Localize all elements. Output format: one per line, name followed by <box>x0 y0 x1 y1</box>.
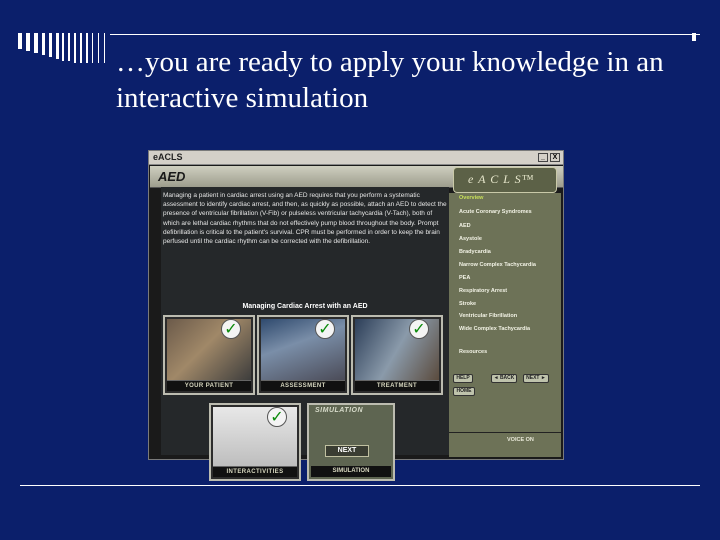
simulation-caption: SIMULATION <box>311 466 391 477</box>
checkmark-icon: ✓ <box>409 319 429 339</box>
treatment-thumbnail[interactable]: ✓ TREATMENT <box>351 315 443 395</box>
simulation-panel[interactable]: SIMULATION NEXT SIMULATION <box>307 403 395 481</box>
simulation-next-button[interactable]: NEXT <box>325 445 369 457</box>
menu-item-wide-complex[interactable]: Wide Complex Tachycardia <box>459 326 530 332</box>
menu-item-narrow-complex[interactable]: Narrow Complex Tachycardia <box>459 262 536 268</box>
menu-divider <box>449 432 561 433</box>
thumbnail-caption: TREATMENT <box>355 380 439 391</box>
logo-text: e A C L S™ <box>468 172 535 186</box>
intro-text: Managing a patient in cardiac arrest usi… <box>163 192 447 246</box>
section-heading: Managing Cardiac Arrest with an AED <box>242 303 368 310</box>
app-name: eACLS <box>153 152 183 162</box>
slide-bottom-rule <box>20 485 700 486</box>
assessment-thumbnail[interactable]: ✓ ASSESSMENT <box>257 315 349 395</box>
simulation-label: SIMULATION <box>315 407 364 414</box>
page-title: AED <box>158 169 186 184</box>
main-content: Managing a patient in cardiac arrest usi… <box>161 187 449 481</box>
menu-item-pea[interactable]: PEA <box>459 275 470 281</box>
app-window: eACLS _ X AED e A C L S™ Managing a pati… <box>148 150 564 481</box>
help-button[interactable]: HELP <box>453 374 473 383</box>
checkmark-icon: ✓ <box>267 407 287 427</box>
voice-toggle[interactable]: VOICE ON <box>507 437 534 443</box>
thumbnail-caption: INTERACTIVITIES <box>213 466 297 477</box>
slide-title: …you are ready to apply your knowledge i… <box>116 46 664 114</box>
menu-item-resources[interactable]: Resources <box>459 349 487 355</box>
menu-item-asystole[interactable]: Asystole <box>459 236 482 242</box>
menu-item-stroke[interactable]: Stroke <box>459 301 476 307</box>
back-button[interactable]: ◄ BACK <box>491 374 517 383</box>
slide-top-rule <box>110 34 700 35</box>
checkmark-icon: ✓ <box>221 319 241 339</box>
menu-item-bradycardia[interactable]: Bradycardia <box>459 249 491 255</box>
checkmark-icon: ✓ <box>315 319 335 339</box>
menu-item-aed[interactable]: AED <box>459 223 471 229</box>
menu-item-acute-coronary[interactable]: Acute Coronary Syndromes <box>459 209 532 215</box>
menu-item-overview[interactable]: Overview <box>459 195 483 201</box>
menu-item-respiratory-arrest[interactable]: Respiratory Arrest <box>459 288 507 294</box>
next-button[interactable]: NEXT ► <box>523 374 549 383</box>
close-button[interactable]: X <box>550 153 560 162</box>
window-titlebar: eACLS _ X <box>149 151 563 165</box>
interactivities-thumbnail[interactable]: ✓ INTERACTIVITIES <box>209 403 301 481</box>
thumbnail-caption: ASSESSMENT <box>261 380 345 391</box>
menu-item-ventricular-fibrillation[interactable]: Ventricular Fibrillation <box>459 313 517 319</box>
your-patient-thumbnail[interactable]: ✓ YOUR PATIENT <box>163 315 255 395</box>
navigation-menu: Overview Acute Coronary Syndromes AED As… <box>449 193 561 457</box>
minimize-button[interactable]: _ <box>538 153 548 162</box>
thumbnail-caption: YOUR PATIENT <box>167 380 251 391</box>
home-button[interactable]: HOME <box>453 387 475 396</box>
eacls-logo: e A C L S™ <box>453 167 557 193</box>
